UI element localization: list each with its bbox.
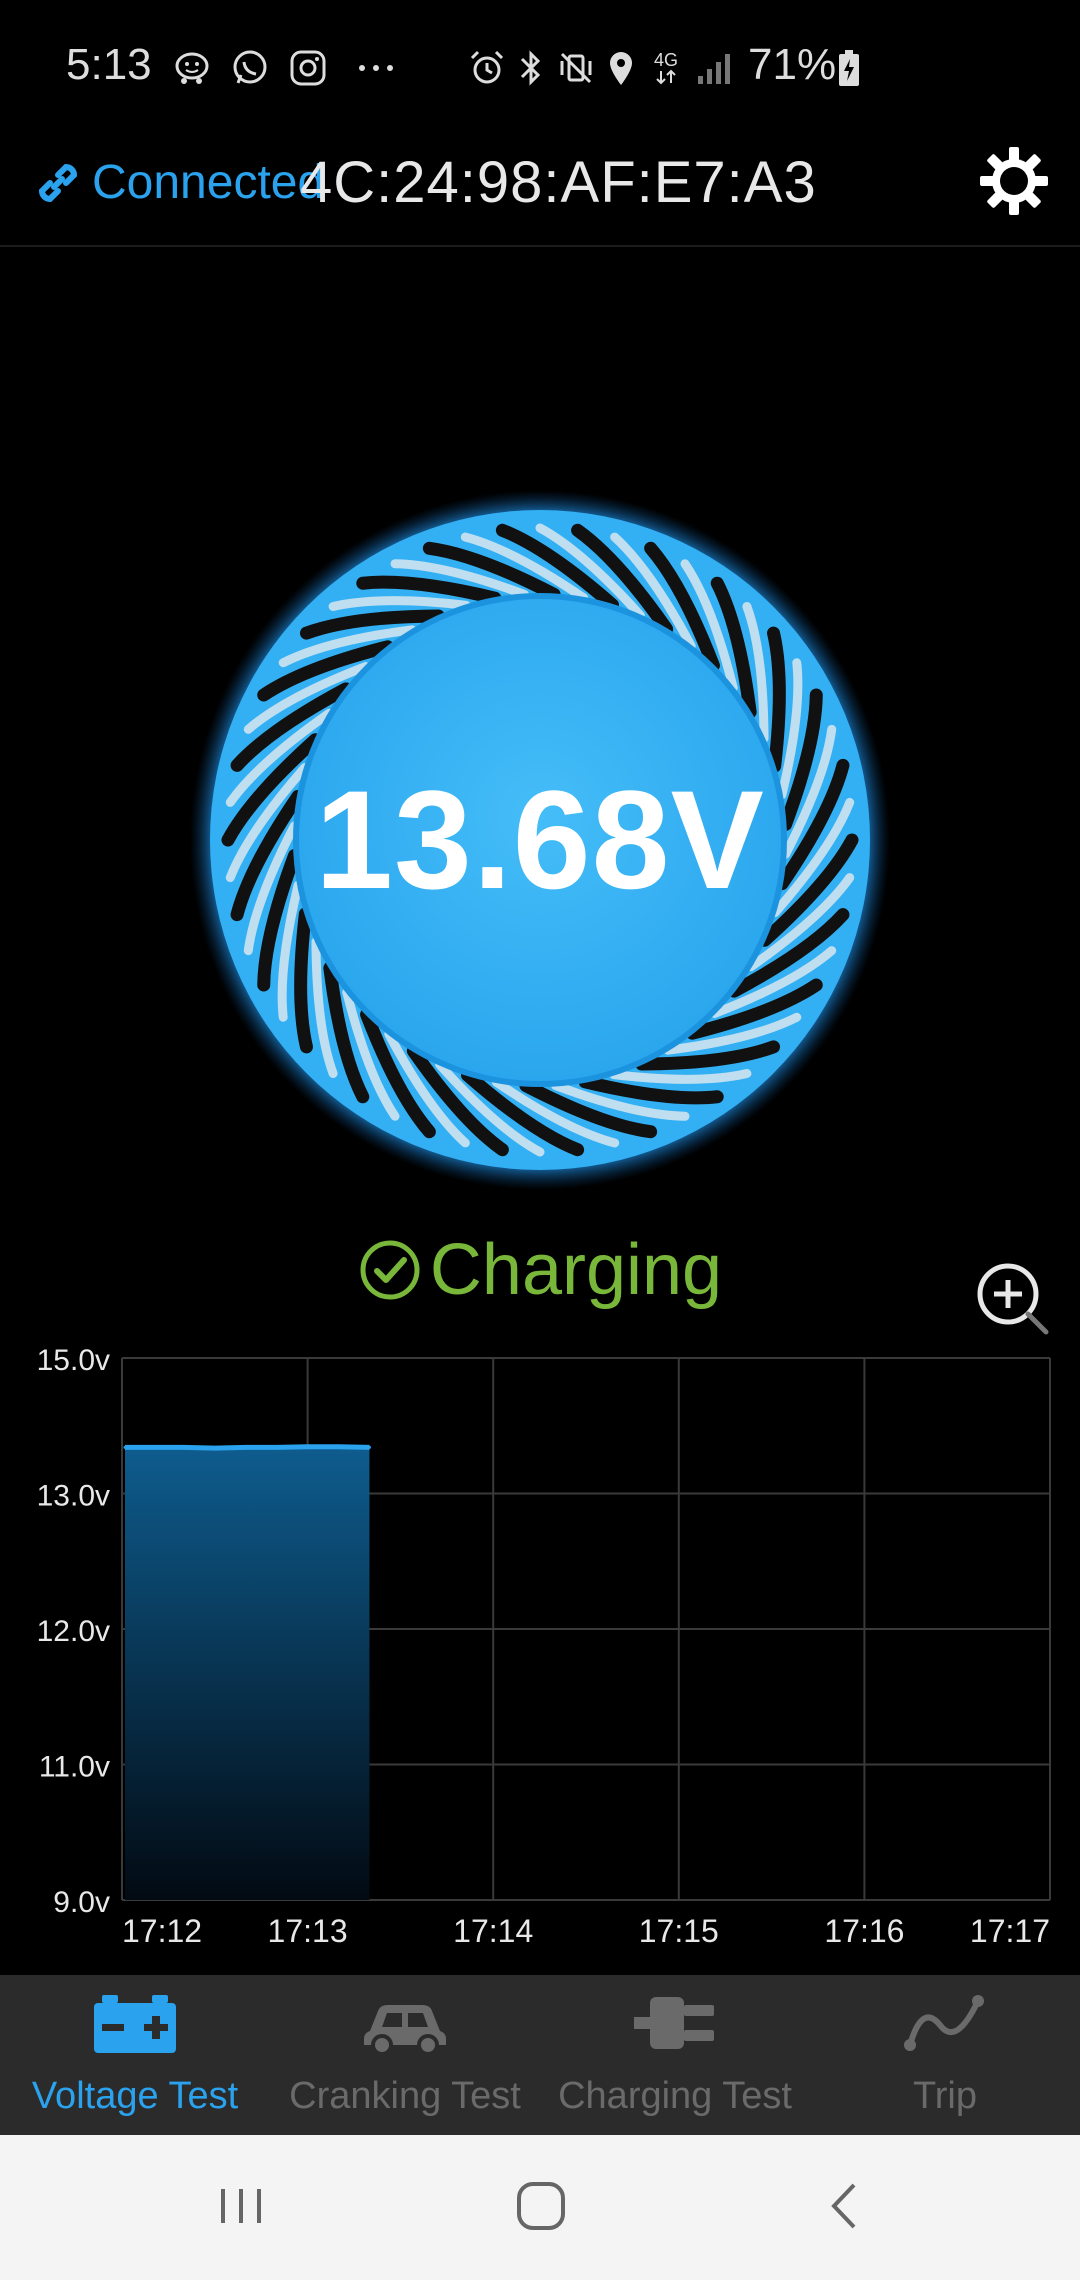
- y-tick-label: 9.0v: [53, 1886, 110, 1919]
- tab-cranking-test[interactable]: Cranking Test: [270, 1975, 540, 2135]
- tab-label-voltage-test: Voltage Test: [31, 2075, 239, 2117]
- connection-status: Connected: [92, 156, 325, 209]
- app-screen: 5:13 4G 71% Connected 4C:24:98:AF:E7:A3 …: [0, 0, 1080, 2280]
- location-icon: [604, 48, 638, 88]
- whatsapp-icon: [228, 48, 272, 88]
- y-tick-label: 13.0v: [37, 1480, 110, 1513]
- voltage-area-fill: [125, 1446, 370, 1900]
- network-type-icon: 4G: [648, 48, 684, 88]
- voltage-data-point: [151, 1445, 155, 1449]
- device-address: 4C:24:98:AF:E7:A3: [300, 150, 817, 215]
- voltage-data-point: [213, 1446, 217, 1450]
- vibrate-mute-icon: [556, 48, 596, 88]
- tab-label-trip: Trip: [912, 2075, 978, 2117]
- link-icon: [30, 155, 86, 211]
- battery-charging-icon: [834, 48, 864, 88]
- tab-label-charging-test: Charging Test: [558, 2075, 792, 2117]
- voltage-data-point: [337, 1445, 341, 1449]
- bluetooth-icon: [514, 48, 548, 88]
- plug-icon: [634, 1997, 714, 2049]
- signal-icon: [694, 48, 736, 88]
- status-bar: 5:13 4G 71%: [0, 0, 1080, 135]
- settings-gear-icon[interactable]: [976, 143, 1052, 219]
- x-tick-label: 17:13: [268, 1913, 348, 1949]
- x-tick-label: 17:15: [639, 1913, 719, 1949]
- voltage-data-point: [275, 1445, 279, 1449]
- status-time: 5:13: [66, 40, 152, 89]
- y-tick-label: 11.0v: [39, 1751, 110, 1784]
- check-circle-icon: [360, 1240, 420, 1300]
- y-tick-label: 12.0v: [37, 1615, 110, 1648]
- voltage-data-point: [306, 1445, 310, 1449]
- battery-icon: [94, 1995, 176, 2053]
- x-tick-label: 17:14: [453, 1913, 533, 1949]
- recent-apps-icon[interactable]: [206, 2171, 276, 2241]
- app-header: Connected 4C:24:98:AF:E7:A3: [0, 135, 1080, 247]
- bottom-nav: Voltage Test Cranking Test Charging Test: [0, 1975, 1080, 2135]
- network-type-label: 4G: [653, 50, 678, 70]
- tab-voltage-test[interactable]: Voltage Test: [0, 1975, 270, 2135]
- chart-svg: 15.0v 13.0v 12.0v 11.0v 9.0v 17:12 17:13 17:14 1…: [37, 1344, 1051, 1949]
- back-icon[interactable]: [810, 2171, 880, 2241]
- status-label: Charging: [429, 1230, 723, 1310]
- system-nav-bar: [0, 2135, 1080, 2280]
- voltage-data-point: [182, 1445, 186, 1449]
- tab-label-cranking-test: Cranking Test: [289, 2075, 521, 2117]
- tab-trip[interactable]: Trip: [810, 1975, 1080, 2135]
- alarm-icon: [466, 48, 508, 88]
- more-notifications-icon: [354, 48, 398, 88]
- route-icon: [904, 1995, 984, 2051]
- voltage-readout: 13.68V: [315, 761, 765, 918]
- x-tick-label: 17:17: [970, 1913, 1050, 1949]
- voltage-gauge: 13.68V: [190, 490, 890, 1190]
- voltage-data-point: [123, 1445, 127, 1449]
- instagram-icon: [286, 48, 330, 88]
- home-icon[interactable]: [506, 2171, 576, 2241]
- voltage-data-point: [244, 1445, 248, 1449]
- y-tick-label: 15.0v: [37, 1344, 110, 1377]
- charging-status: Charging: [0, 1225, 1080, 1315]
- tab-charging-test[interactable]: Charging Test: [540, 1975, 810, 2135]
- car-icon: [364, 2005, 446, 2055]
- voltage-history-chart: 15.0v 13.0v 12.0v 11.0v 9.0v 17:12 17:13 17:14 1…: [0, 1325, 1080, 1965]
- waze-icon: [170, 48, 214, 88]
- voltage-data-point: [367, 1445, 371, 1449]
- x-tick-label: 17:12: [122, 1913, 202, 1949]
- x-tick-label: 17:16: [824, 1913, 904, 1949]
- battery-percent: 71%: [748, 40, 837, 89]
